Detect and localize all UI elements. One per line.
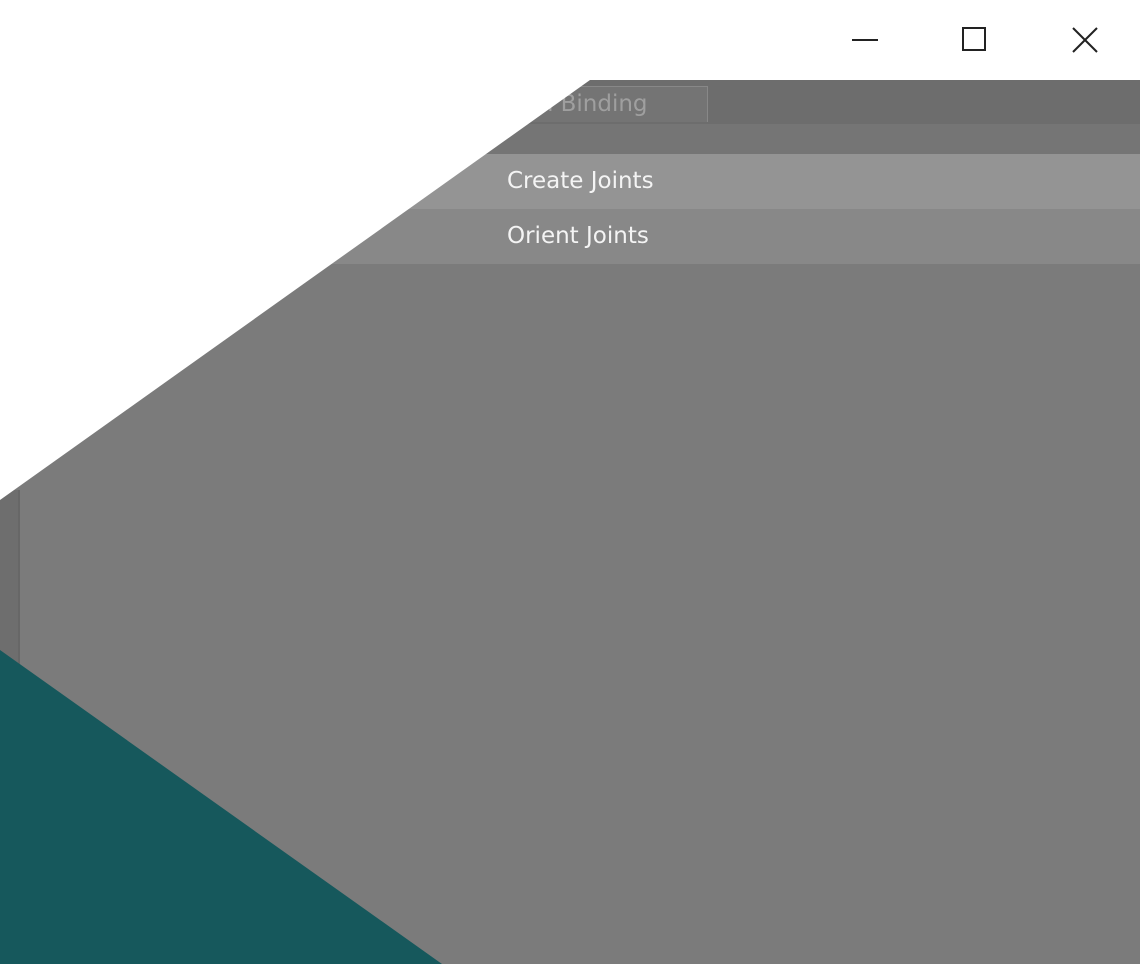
menu-list: Create Joints Orient Joints xyxy=(0,154,1140,264)
close-icon xyxy=(1072,27,1098,53)
window-controls xyxy=(810,0,1140,80)
menu-item-orient-joints[interactable]: Orient Joints xyxy=(0,209,1140,264)
minimize-button[interactable] xyxy=(810,0,920,80)
teal-triangle-shape xyxy=(0,650,442,964)
tab-skin-binding[interactable]: kin Binding xyxy=(490,86,708,122)
maximize-button[interactable] xyxy=(920,0,1030,80)
close-button[interactable] xyxy=(1030,0,1140,80)
tab-bar: kin Binding xyxy=(0,80,1140,124)
maximize-icon xyxy=(962,27,986,51)
tab-subbar xyxy=(0,124,1140,154)
app-screen: kin Binding Create Joints Orient Joints xyxy=(0,0,1140,964)
minimize-icon xyxy=(852,39,878,41)
menu-item-create-joints[interactable]: Create Joints xyxy=(0,154,1140,209)
title-bar xyxy=(0,0,1140,80)
left-panel-edge xyxy=(0,490,20,964)
